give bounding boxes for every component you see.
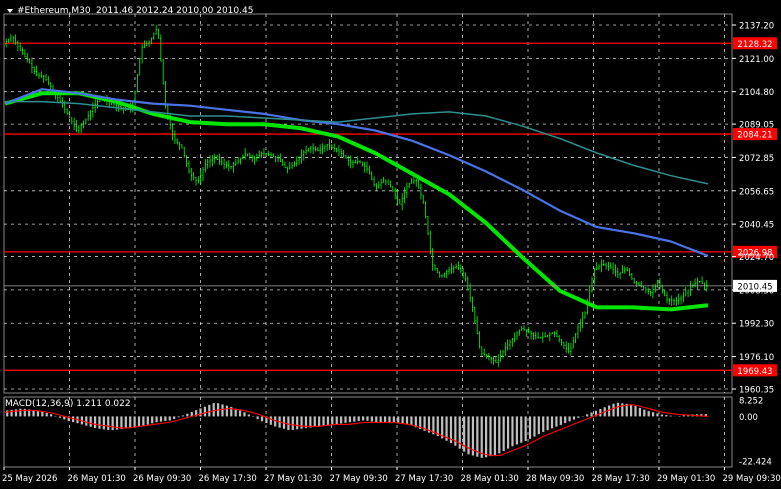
time-tick-label: 25 May 2026 (2, 474, 57, 484)
macd-label: MACD(12,36,9) 1.211 0.022 (5, 399, 131, 409)
time-tick-label: 26 May 01:30 (68, 474, 126, 484)
time-tick-label: 27 May 09:30 (330, 474, 388, 484)
time-tick-label: 29 May 09:30 (723, 474, 781, 484)
macd-tick-label: 8.252 (739, 397, 763, 407)
macd-tick-label: 0.00 (739, 413, 758, 423)
current-price-label: 2010.45 (737, 282, 772, 292)
price-tick-label: 2121.00 (739, 55, 774, 65)
macd-tick-label: -22.424 (739, 458, 772, 468)
price-tick-label: 2089.05 (739, 121, 774, 131)
ohlc-readout: 2011.46 2012.24 2010.00 2010.45 (96, 6, 253, 16)
chart-title: #Ethereum,M30 (17, 6, 91, 16)
chart-header: #Ethereum,M30 2011.46 2012.24 2010.00 20… (7, 6, 253, 16)
level-label: 2128.32 (737, 40, 772, 50)
price-tick-label: 1976.10 (739, 353, 774, 363)
price-tick-label: 2024.70 (739, 253, 774, 263)
level-label: 1969.43 (737, 367, 772, 377)
price-tick-label: 1960.35 (739, 386, 774, 396)
time-tick-label: 29 May 01:30 (657, 474, 715, 484)
price-tick-label: 2072.85 (739, 154, 774, 164)
time-tick-label: 28 May 09:30 (526, 474, 584, 484)
level-label: 2084.21 (737, 131, 772, 141)
time-tick-label: 28 May 17:30 (592, 474, 650, 484)
price-tick-label: 2056.65 (739, 187, 774, 197)
price-tick-label: 1992.30 (739, 320, 774, 330)
price-tick-label: 2104.80 (739, 88, 774, 98)
price-tick-label: 2137.20 (739, 22, 774, 32)
time-tick-label: 27 May 01:30 (264, 474, 322, 484)
chart-window[interactable]: 2128.322084.212026.981969.43 2137.202121… (0, 0, 781, 489)
time-tick-label: 26 May 09:30 (133, 474, 191, 484)
time-tick-label: 27 May 17:30 (395, 474, 453, 484)
time-tick-label: 26 May 17:30 (199, 474, 257, 484)
price-tick-label: 2040.45 (739, 221, 774, 231)
time-tick-label: 28 May 01:30 (461, 474, 519, 484)
